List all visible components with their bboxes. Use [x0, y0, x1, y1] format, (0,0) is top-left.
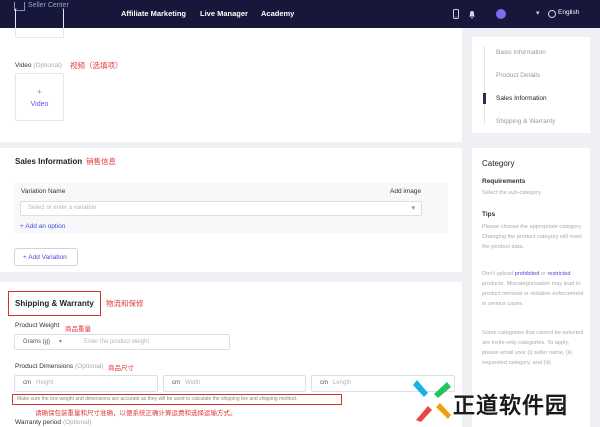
weight-field[interactable]: Grams (g) ▾ Enter the product weight — [14, 334, 230, 350]
section-steps: Basic information Product Details Sales … — [472, 37, 590, 133]
plus-icon: + — [36, 87, 43, 97]
height-field[interactable]: cm Height — [14, 375, 158, 392]
add-image-link[interactable]: Add image — [390, 188, 421, 195]
length-input[interactable]: Length — [333, 380, 351, 386]
category-title: Category — [482, 159, 515, 168]
top-nav: Seller Center Affiliate Marketing Live M… — [0, 0, 600, 28]
shipping-card: Shipping & Warranty 物流和保修 Product Weight… — [0, 282, 462, 427]
requirements-title: Requirements — [482, 178, 526, 185]
variation-select[interactable]: Select or enter a variation ▾ — [20, 201, 422, 216]
warranty-label: Warranty period (Optional) — [15, 419, 92, 426]
tip-prohibited: Don't upload prohibited or restricted pr… — [482, 271, 584, 307]
category-panel: Category Requirements Select the sub-cat… — [472, 148, 590, 427]
watermark-text: 正道软件园 — [453, 394, 569, 419]
variation-panel: Variation Name Add image Select or enter… — [14, 183, 448, 233]
step-product-details[interactable]: Product Details — [496, 72, 540, 79]
dimensions-warning: Make sure the box weight and dimensions … — [17, 396, 298, 402]
video-upload-tile[interactable]: + Video — [15, 73, 64, 121]
step-sales-information[interactable]: Sales Information — [496, 95, 547, 102]
chevron-down-icon: ▾ — [411, 205, 415, 212]
sales-cn-note: 销售信息 — [86, 157, 116, 166]
video-label: Video (Optional) — [15, 62, 62, 69]
requirements-text: Select the sub-category. — [482, 190, 542, 196]
height-input[interactable]: Height — [36, 380, 53, 386]
step-shipping-warranty[interactable]: Shipping & Warranty — [496, 118, 555, 125]
add-variation-button[interactable]: + Add Variation — [14, 248, 78, 266]
weight-cn-note: 商品重量 — [65, 326, 91, 333]
watermark-logo-icon — [413, 380, 451, 422]
steps-active-marker — [483, 93, 486, 104]
tip-choose-category: Please choose the appropriate category. … — [482, 224, 583, 250]
variation-name-label: Variation Name — [21, 188, 66, 195]
shipping-title: Shipping & Warranty — [15, 299, 94, 308]
dimensions-label: Product Dimensions (Optional) — [15, 363, 104, 370]
step-basic-information[interactable]: Basic information — [496, 49, 546, 56]
nav-affiliate-marketing[interactable]: Affiliate Marketing — [121, 9, 186, 18]
dimensions-warning-cn: 请确保包装重量和尺寸准确，以便系统正确计算运费和选择运输方式。 — [35, 410, 237, 417]
nav-academy[interactable]: Academy — [261, 9, 294, 18]
tips-title: Tips — [482, 211, 496, 218]
nav-live-manager[interactable]: Live Manager — [200, 9, 248, 18]
video-upload-label: Video — [30, 101, 49, 108]
weight-label: Product Weight — [15, 322, 60, 329]
weight-unit-select[interactable]: Grams (g) — [23, 339, 50, 345]
globe-icon — [548, 10, 556, 18]
add-option-link[interactable]: + Add an option — [20, 223, 65, 230]
dimensions-cn-note: 商品尺寸 — [108, 365, 134, 372]
sales-card: Sales Information 销售信息 Variation Name Ad… — [0, 148, 462, 272]
prohibited-link[interactable]: prohibited — [515, 271, 540, 277]
avatar[interactable] — [496, 9, 506, 19]
chevron-down-icon: ▾ — [59, 339, 63, 345]
width-field[interactable]: cm Width — [163, 375, 306, 392]
sales-title: Sales Information — [15, 157, 83, 166]
language-selector[interactable]: English — [558, 9, 579, 16]
bell-icon[interactable] — [467, 9, 477, 19]
tip-invite-only: Some categories that cannot be selected … — [482, 330, 584, 366]
weight-input[interactable]: Enter the product weight — [84, 339, 149, 345]
video-cn-note: 视频（选填项） — [70, 61, 123, 70]
steps-track — [484, 46, 485, 124]
phone-icon[interactable] — [451, 9, 461, 19]
chevron-down-icon[interactable]: ▾ — [536, 9, 540, 17]
media-card: Video (Optional) 视频（选填项） + Video — [0, 8, 462, 142]
shipping-cn-title: 物流和保修 — [106, 299, 144, 308]
restricted-link[interactable]: restricted — [547, 271, 570, 277]
width-input[interactable]: Width — [185, 380, 200, 386]
image-upload-tile[interactable] — [15, 8, 64, 38]
